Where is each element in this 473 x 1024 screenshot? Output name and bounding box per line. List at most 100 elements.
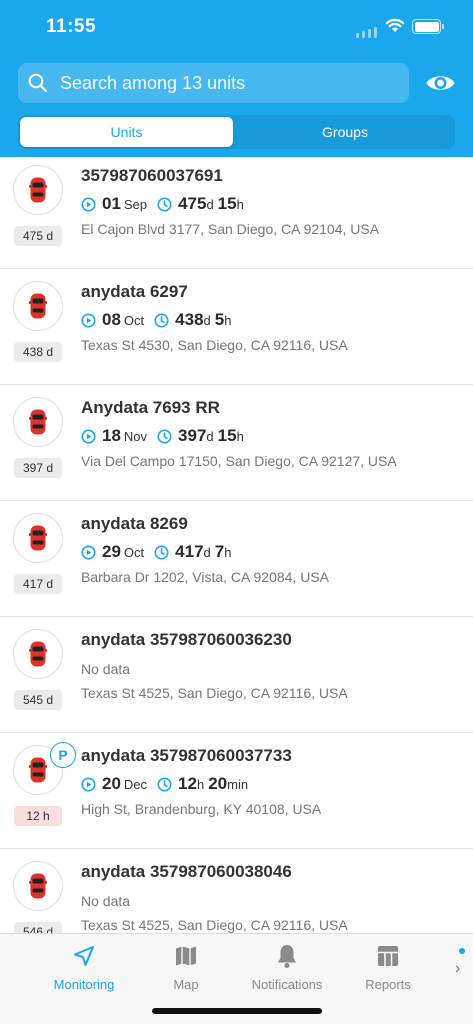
unit-name: anydata 6297 — [81, 282, 188, 301]
unit-row[interactable]: 546 d anydata 357987060038046 No data Te… — [0, 849, 473, 933]
car-icon — [13, 861, 63, 911]
duration-minor-unit: h — [224, 312, 232, 328]
duration-minor: 15 — [217, 426, 237, 445]
unit-row[interactable]: 545 d anydata 357987060036230 No data Te… — [0, 617, 473, 733]
clock-icon — [157, 197, 172, 212]
duration-major: 397 — [178, 426, 207, 445]
duration-minor: 7 — [214, 542, 225, 561]
play-circle-icon — [81, 777, 96, 792]
duration-minor: 5 — [214, 310, 225, 329]
search-placeholder: Search among 13 units — [60, 72, 246, 93]
clock-icon — [157, 777, 172, 792]
reports-table-icon — [376, 941, 400, 971]
play-circle-icon — [81, 429, 96, 444]
duration-minor: 15 — [217, 194, 237, 213]
units-list: 475 d 357987060037691 01 Sep 475 d 15 h El … — [0, 157, 473, 933]
unit-name: Anydata 7693 RR — [81, 398, 220, 417]
unit-name: 357987060037691 — [81, 166, 223, 185]
trip-month: Nov — [123, 428, 148, 444]
car-icon — [13, 281, 63, 331]
last-message-badge: 546 d — [14, 922, 62, 933]
status-time: 11:55 — [46, 16, 97, 37]
duration-major: 417 — [175, 542, 204, 561]
eye-icon[interactable] — [425, 70, 456, 96]
tab-label: Map — [173, 977, 199, 992]
car-icon — [13, 629, 63, 679]
last-message-badge: 417 d — [14, 574, 62, 594]
unit-row[interactable]: 438 d anydata 6297 08 Oct 438 d 5h Texas S… — [0, 269, 473, 385]
navigation-arrow-icon — [72, 941, 96, 971]
units-groups-segmented-control: Units Groups — [18, 115, 455, 149]
last-message-badge: 12 h — [14, 806, 62, 826]
duration-minor-unit: h — [236, 196, 244, 212]
duration-major: 12 — [178, 774, 197, 793]
unit-trip-info: 29 Oct 417 d 7h — [81, 542, 231, 562]
search-icon — [27, 72, 49, 94]
unit-address: El Cajon Blvd 3177, San Diego, CA 92104,… — [81, 221, 380, 237]
clock-icon — [154, 313, 169, 328]
app-header: 11:55 Search among 13 units Units Groups — [0, 0, 473, 157]
parking-badge: P — [50, 742, 76, 768]
play-circle-icon — [81, 545, 96, 560]
car-icon — [13, 397, 63, 447]
play-circle-icon — [81, 197, 96, 212]
last-message-badge: 397 d — [14, 458, 62, 478]
tab-monitoring[interactable]: Monitoring — [34, 934, 134, 992]
tab-reports[interactable]: Reports — [338, 934, 438, 992]
tab-groups[interactable]: Groups — [237, 117, 453, 147]
duration-minor-unit: min — [227, 776, 249, 792]
duration-minor-unit: h — [236, 428, 244, 444]
bell-icon — [275, 941, 299, 971]
wifi-icon — [385, 18, 405, 32]
unit-row[interactable]: P 12 h anydata 357987060037733 20 Dec 12 h… — [0, 733, 473, 849]
unit-address: Barbara Dr 1202, Vista, CA 92084, USA — [81, 569, 329, 585]
unit-name: anydata 8269 — [81, 514, 188, 533]
no-data-label: No data — [81, 893, 131, 909]
indicator-dot — [459, 948, 465, 954]
tab-label: Monitoring — [53, 977, 115, 992]
unit-row[interactable]: 475 d 357987060037691 01 Sep 475 d 15 h El … — [0, 157, 473, 269]
unit-name: anydata 357987060037733 — [81, 746, 292, 765]
unit-trip-info: 18 Nov 397 d 15 h — [81, 426, 244, 446]
duration-major: 438 — [175, 310, 204, 329]
last-message-badge: 438 d — [14, 342, 62, 362]
tab-map[interactable]: Map — [136, 934, 236, 992]
unit-name: anydata 357987060038046 — [81, 862, 292, 881]
unit-row[interactable]: 417 d anydata 8269 29 Oct 417 d 7h Barbara… — [0, 501, 473, 617]
duration-major-unit: d — [206, 428, 214, 444]
unit-address: Via Del Campo 17150, San Diego, CA 92127… — [81, 453, 397, 469]
battery-icon — [412, 19, 444, 34]
unit-trip-info: 08 Oct 438 d 5h — [81, 310, 231, 330]
unit-address: High St, Brandenburg, KY 40108, USA — [81, 801, 322, 817]
last-message-badge: 545 d — [14, 690, 62, 710]
chevron-right-icon: › — [455, 960, 461, 977]
trip-month: Dec — [123, 776, 148, 792]
unit-address: Texas St 4525, San Diego, CA 92116, USA — [81, 917, 348, 933]
unit-row[interactable]: 397 d Anydata 7693 RR 18 Nov 397 d 15 h Via… — [0, 385, 473, 501]
tab-label: Reports — [365, 977, 411, 992]
tab-label: Notifications — [251, 977, 323, 992]
search-field[interactable]: Search among 13 units — [18, 63, 409, 103]
unit-name: anydata 357987060036230 — [81, 630, 292, 649]
clock-icon — [154, 545, 169, 560]
duration-major-unit: d — [203, 312, 211, 328]
unit-trip-info: 01 Sep 475 d 15 h — [81, 194, 244, 214]
no-data-label: No data — [81, 661, 131, 677]
unit-trip-info: 20 Dec 12 h 20 min — [81, 774, 248, 794]
duration-minor-unit: h — [224, 544, 232, 560]
car-icon — [13, 513, 63, 563]
unit-address: Texas St 4525, San Diego, CA 92116, USA — [81, 685, 348, 701]
duration-major-unit: h — [196, 776, 205, 792]
trip-day: 18 — [102, 426, 121, 445]
clock-icon — [157, 429, 172, 444]
tab-notifications[interactable]: Notifications — [237, 934, 337, 992]
trip-day: 20 — [102, 774, 121, 793]
trip-day: 08 — [102, 310, 121, 329]
duration-minor: 20 — [208, 774, 228, 793]
duration-major-unit: d — [203, 544, 211, 560]
map-icon — [174, 941, 198, 971]
home-indicator — [152, 1008, 322, 1014]
car-icon — [13, 165, 63, 215]
more-tabs-button[interactable]: › — [455, 948, 469, 978]
tab-units[interactable]: Units — [20, 117, 233, 147]
